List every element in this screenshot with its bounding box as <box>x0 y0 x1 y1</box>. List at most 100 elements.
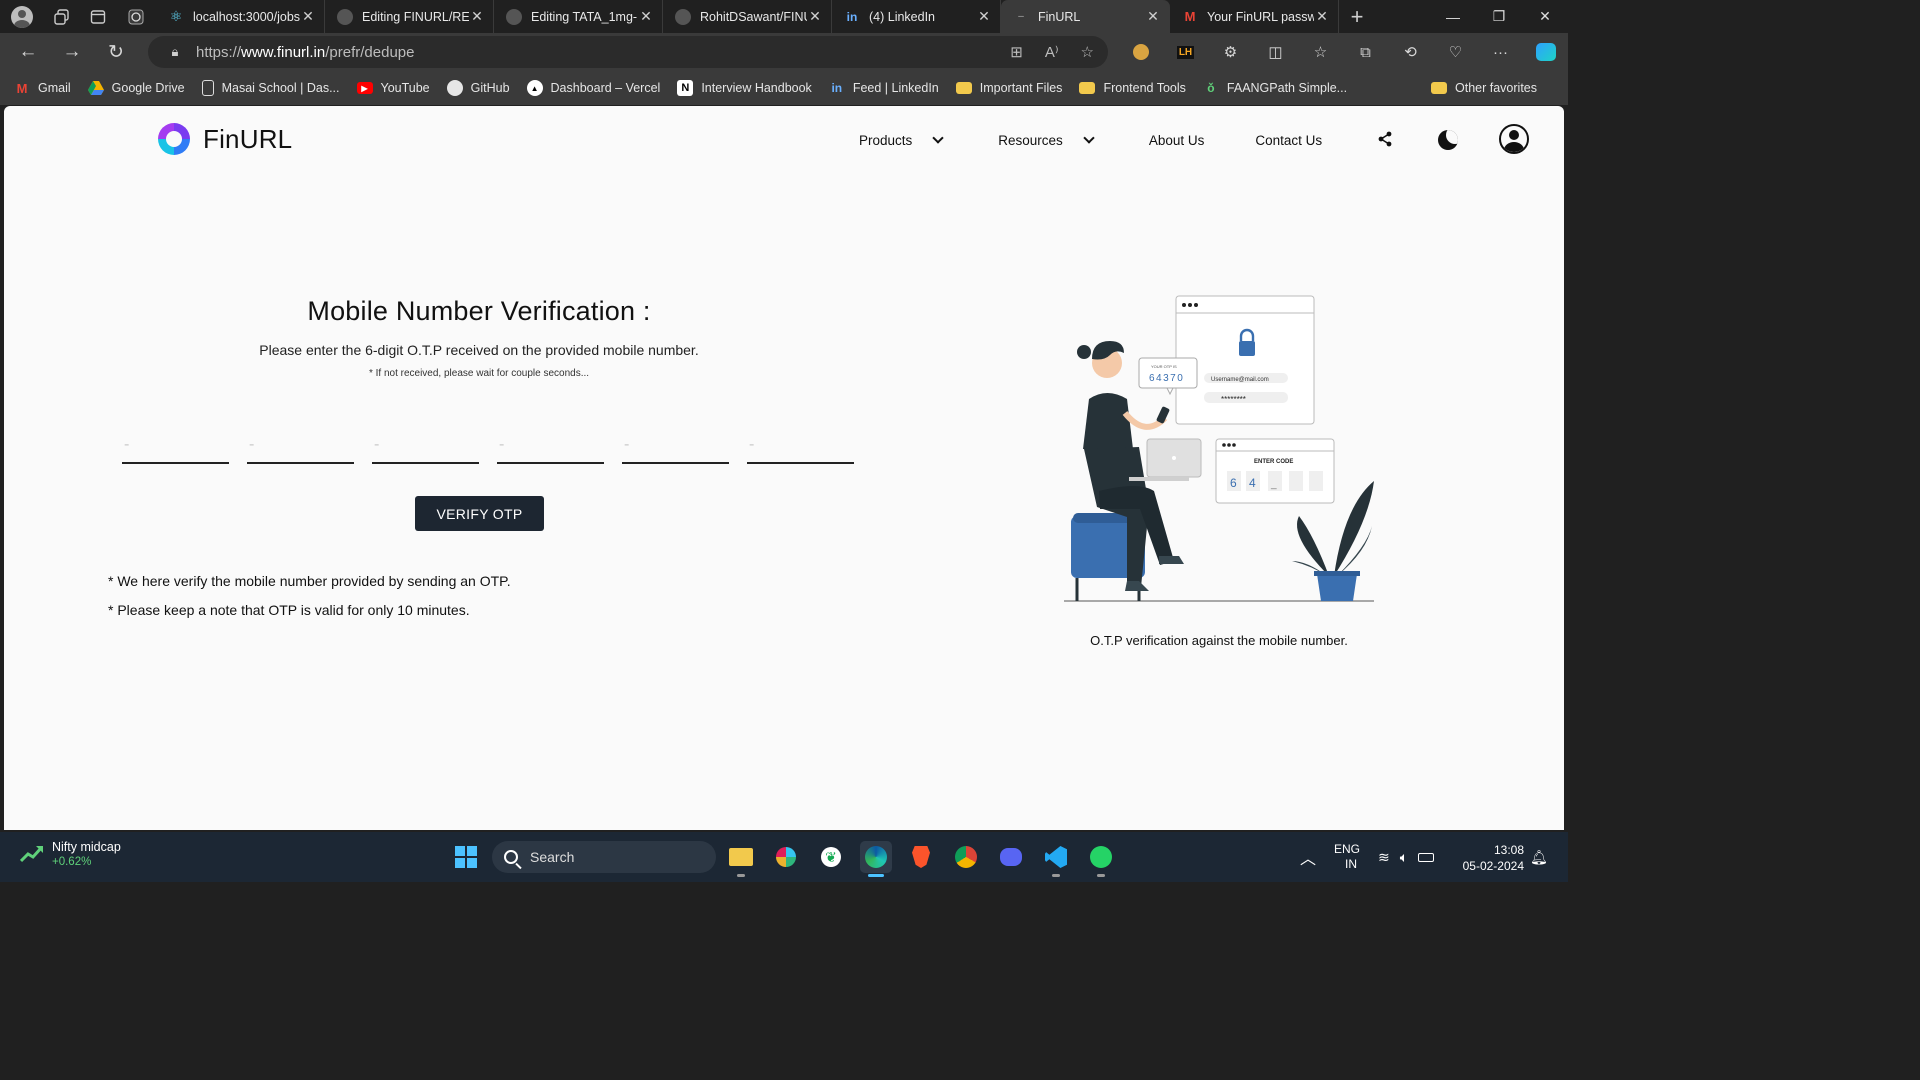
nav-about[interactable]: About Us <box>1149 133 1205 148</box>
app-available-icon[interactable]: ⊞ <box>1010 43 1023 61</box>
extension-lh-button[interactable]: LH <box>1163 33 1208 71</box>
taskbar-brave[interactable] <box>905 841 937 873</box>
otp-inputs <box>122 428 854 464</box>
illustration-otp-code: 64370 <box>1149 373 1184 384</box>
tab-linkedin[interactable]: in (4) LinkedIn ✕ <box>832 0 1001 33</box>
language-code: ENG <box>1334 842 1361 856</box>
tab-localhost[interactable]: ⚛ localhost:3000/jobs ✕ <box>156 0 325 33</box>
tab-gmail[interactable]: M Your FinURL password ✕ <box>1170 0 1339 33</box>
taskbar-discord[interactable] <box>995 841 1027 873</box>
bookmark-linkedin[interactable]: in Feed | LinkedIn <box>829 80 938 96</box>
address-bar[interactable]: 🔒︎ https://www.finurl.in/prefr/dedupe ⊞ … <box>148 36 1108 68</box>
close-tab-icon[interactable]: ✕ <box>976 8 992 25</box>
tab-editing-tata[interactable]: Editing TATA_1mg- ✕ <box>494 0 663 33</box>
stock-name: Nifty midcap <box>52 840 121 854</box>
user-account-icon[interactable] <box>1499 124 1529 154</box>
nav-contact[interactable]: Contact Us <box>1255 133 1322 148</box>
otp-digit-3[interactable] <box>372 428 479 464</box>
favorites-button[interactable]: ☆ <box>1298 33 1343 71</box>
taskbar-whatsapp[interactable] <box>1085 841 1117 877</box>
tray-overflow-button[interactable]: ︿ <box>1300 832 1316 882</box>
taskbar-edge[interactable] <box>860 841 892 877</box>
taskbar-chrome[interactable] <box>950 841 982 873</box>
favorite-star-icon[interactable]: ☆ <box>1081 43 1094 61</box>
bookmark-label: Google Drive <box>111 81 185 95</box>
close-tab-icon[interactable]: ✕ <box>638 8 654 25</box>
split-screen-button[interactable]: ◫ <box>1253 33 1298 71</box>
share-icon[interactable] <box>1376 130 1394 148</box>
bookmark-frontend-tools[interactable]: Frontend Tools <box>1079 81 1186 95</box>
bookmark-other-favorites[interactable]: Other favorites <box>1431 71 1537 105</box>
bookmark-google-drive[interactable]: Google Drive <box>87 80 185 96</box>
notifications-button[interactable]: 🔔︎ <box>1530 832 1548 882</box>
dark-mode-toggle-icon[interactable] <box>1438 130 1458 150</box>
language-indicator[interactable]: ENG IN <box>1334 832 1360 882</box>
nav-resources[interactable]: Resources <box>998 132 1095 148</box>
bookmark-gmail[interactable]: M Gmail <box>14 80 71 96</box>
bookmark-important-files[interactable]: Important Files <box>955 81 1062 95</box>
address-bar-actions: ⊞ A⁾ ☆ <box>1010 36 1094 68</box>
start-button[interactable] <box>455 846 477 868</box>
bookmark-interview-handbook[interactable]: N Interview Handbook <box>677 80 812 96</box>
close-tab-icon[interactable]: ✕ <box>807 8 823 25</box>
bookmark-youtube[interactable]: ▶ YouTube <box>356 81 430 95</box>
battery-icon <box>1418 852 1435 862</box>
windows-taskbar: Nifty midcap +0.62% Search ❦ ︿ ENG IN ≋ … <box>0 832 1568 882</box>
illustration-digit: 4 <box>1249 476 1256 490</box>
close-tab-icon[interactable]: ✕ <box>1145 8 1161 25</box>
pinned-tab[interactable] <box>116 0 156 33</box>
profile-button[interactable] <box>0 0 44 33</box>
bookmark-faangpath[interactable]: ǒ FAANGPath Simple... <box>1203 80 1347 96</box>
close-window-button[interactable]: ✕ <box>1522 0 1568 33</box>
running-indicator <box>1052 874 1060 877</box>
extension-owl-button[interactable] <box>1118 33 1163 71</box>
more-button[interactable]: ··· <box>1478 33 1523 71</box>
collections-button[interactable]: ⧉ <box>1343 33 1388 71</box>
wifi-icon: ≋ <box>1378 848 1390 865</box>
otp-digit-5[interactable] <box>622 428 729 464</box>
nav-products[interactable]: Products <box>859 132 944 148</box>
stock-widget[interactable]: Nifty midcap +0.62% <box>20 840 121 868</box>
tab-finurl[interactable]: – FinURL ✕ <box>1001 0 1170 33</box>
close-tab-icon[interactable]: ✕ <box>469 8 485 25</box>
history-button[interactable]: ⟲ <box>1388 33 1433 71</box>
tab-actions-button[interactable] <box>80 0 116 33</box>
bookmark-vercel[interactable]: ▲ Dashboard – Vercel <box>526 80 660 96</box>
taskbar-vscode[interactable] <box>1040 841 1072 877</box>
read-aloud-icon[interactable]: A⁾ <box>1045 43 1059 61</box>
back-button[interactable]: ← <box>6 33 50 71</box>
tab-rohitdsawant[interactable]: RohitDSawant/FINURL ✕ <box>663 0 832 33</box>
taskbar-slack[interactable] <box>770 841 802 873</box>
restore-button[interactable]: ❐ <box>1476 0 1522 33</box>
performance-button[interactable]: ♡ <box>1433 33 1478 71</box>
otp-digit-1[interactable] <box>122 428 229 464</box>
otp-digit-2[interactable] <box>247 428 354 464</box>
taskbar-clock[interactable]: 13:08 05-02-2024 <box>1463 842 1524 874</box>
bookmark-github[interactable]: GitHub <box>446 80 510 96</box>
copilot-icon <box>1535 43 1556 61</box>
taskbar-file-explorer[interactable] <box>725 841 757 877</box>
tab-editing-finurl[interactable]: Editing FINURL/README ✕ <box>325 0 494 33</box>
bookmark-masai[interactable]: Masai School | Das... <box>201 80 340 96</box>
extensions-button[interactable]: ⚙ <box>1208 33 1253 71</box>
system-tray-icons[interactable]: ≋ 🔈︎ <box>1378 832 1435 882</box>
new-tab-button[interactable]: + <box>1339 0 1375 33</box>
forward-button[interactable]: → <box>50 33 94 71</box>
otp-digit-6[interactable] <box>747 428 854 464</box>
tab-label: localhost:3000/jobs <box>193 9 300 24</box>
github-icon <box>446 80 463 96</box>
minimize-button[interactable]: — <box>1430 0 1476 33</box>
refresh-button[interactable]: ↻ <box>94 33 138 71</box>
workspaces-button[interactable] <box>44 0 80 33</box>
gmail-icon: M <box>1184 9 1196 24</box>
close-tab-icon[interactable]: ✕ <box>300 8 316 25</box>
url-host: www.finurl.in <box>241 43 326 61</box>
close-tab-icon[interactable]: ✕ <box>1314 8 1330 25</box>
taskbar-search[interactable]: Search <box>492 841 716 873</box>
info-otp-purpose: * We here verify the mobile number provi… <box>108 573 511 589</box>
copilot-button[interactable] <box>1523 33 1568 71</box>
verify-otp-button[interactable]: VERIFY OTP <box>415 496 544 531</box>
taskbar-mongodb[interactable]: ❦ <box>815 841 847 873</box>
site-logo[interactable]: FinURL <box>158 123 292 155</box>
otp-digit-4[interactable] <box>497 428 604 464</box>
